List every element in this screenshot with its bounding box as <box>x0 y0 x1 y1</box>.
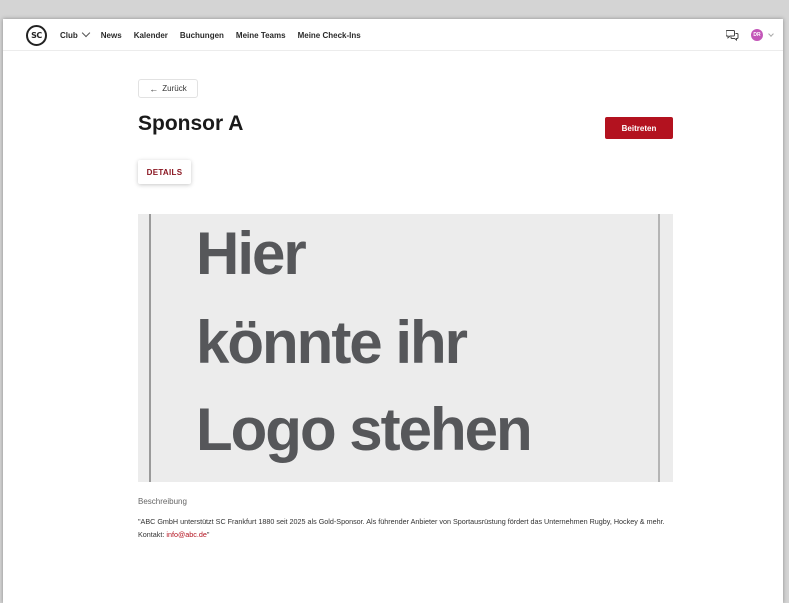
tab-details[interactable]: DETAILS <box>138 160 191 184</box>
top-navigation-bar: SC Club News Kalender Buchungen Meine Te… <box>3 19 783 51</box>
description-suffix: " <box>206 530 210 539</box>
nav-item-label: Buchungen <box>179 30 224 40</box>
nav-item-meine-teams[interactable]: Meine Teams <box>236 31 286 40</box>
image-border-left <box>149 214 151 482</box>
nav-item-label: Meine Teams <box>235 30 286 40</box>
app-window: SC Club News Kalender Buchungen Meine Te… <box>3 19 783 603</box>
club-logo[interactable]: SC <box>26 25 47 46</box>
back-button-label: Zurück <box>162 84 187 93</box>
arrow-left-icon: ← <box>149 83 159 94</box>
nav-item-label: Kalender <box>133 30 168 40</box>
image-border-right <box>658 214 660 482</box>
chevron-down-icon[interactable] <box>768 31 774 37</box>
avatar-initials: DR <box>753 32 761 38</box>
nav-item-label: News <box>100 30 122 40</box>
placeholder-text-line: Logo stehen <box>196 396 533 463</box>
nav-item-label: Club <box>60 30 78 40</box>
contact-email-link[interactable]: info@abc.de <box>166 530 206 539</box>
join-button[interactable]: Beitreten <box>605 117 673 139</box>
nav-item-label: Meine Check-Ins <box>297 30 361 40</box>
nav-item-buchungen[interactable]: Buchungen <box>180 31 224 40</box>
description-text: "ABC GmbH unterstützt SC Frankfurt 1880 … <box>138 515 683 541</box>
placeholder-text-line: Hier <box>196 220 307 287</box>
tab-details-label: DETAILS <box>146 167 183 177</box>
join-button-label: Beitreten <box>621 123 657 133</box>
club-logo-text: SC <box>31 31 42 40</box>
avatar[interactable]: DR <box>751 29 763 41</box>
description-body: "ABC GmbH unterstützt SC Frankfurt 1880 … <box>138 517 665 539</box>
description-label: Beschreibung <box>138 497 187 506</box>
page-title: Sponsor A <box>138 112 244 135</box>
main-nav: Club News Kalender Buchungen Meine Teams… <box>60 19 373 51</box>
placeholder-text-line: könnte ihr <box>196 309 468 376</box>
nav-item-club[interactable]: Club <box>60 28 91 40</box>
nav-item-meine-check-ins[interactable]: Meine Check-Ins <box>298 31 361 40</box>
sponsor-logo-image: Hier könnte ihr Logo stehen <box>138 214 673 482</box>
chevron-down-icon <box>81 28 91 38</box>
nav-item-news[interactable]: News <box>101 31 122 40</box>
nav-item-kalender[interactable]: Kalender <box>134 31 168 40</box>
chat-bubbles-icon[interactable] <box>726 29 739 41</box>
back-button[interactable]: ← Zurück <box>138 79 198 98</box>
